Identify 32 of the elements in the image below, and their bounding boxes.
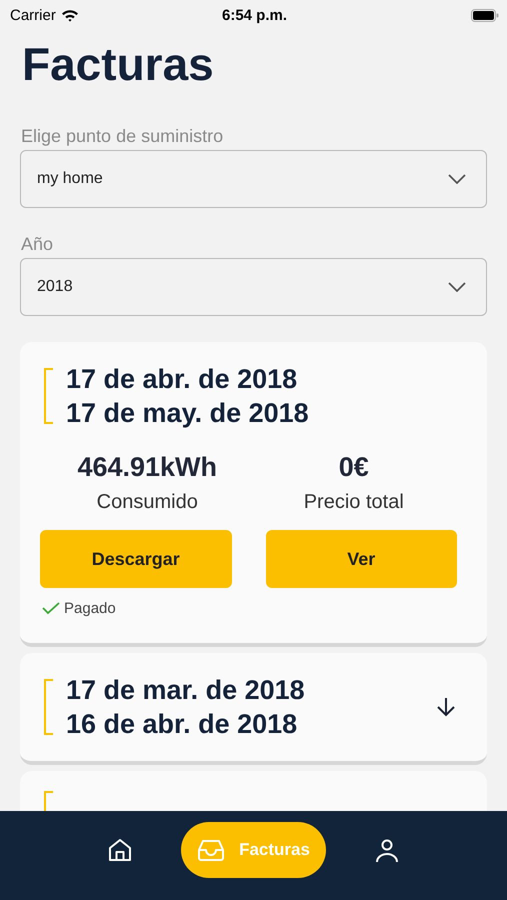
end-date: 17 de may. de 2018 — [66, 397, 309, 430]
bracket-icon — [44, 368, 54, 424]
invoice-card[interactable]: 17 de abr. de 2018 17 de may. de 2018 464.91kWh Consumido 0€ Precio total Descargar Ver Pagado — [20, 342, 487, 647]
start-date: 17 de abr. de 2018 — [66, 363, 298, 396]
start-date: 17 de mar. de 2018 — [66, 674, 305, 707]
supply-point-select[interactable]: my home — [20, 150, 487, 208]
arrow-down-icon[interactable] — [435, 696, 457, 718]
chevron-down-icon — [448, 174, 466, 184]
price-label: Precio total — [304, 491, 404, 514]
year-select[interactable]: 2018 — [20, 258, 487, 316]
download-button[interactable]: Descargar — [40, 530, 232, 588]
user-icon — [374, 836, 400, 862]
field-label: Año — [21, 234, 54, 255]
inbox-icon — [197, 838, 226, 862]
page-title: Facturas — [22, 37, 215, 92]
view-button[interactable]: Ver — [266, 530, 457, 588]
field-label: Elige punto de suministro — [21, 126, 224, 147]
bracket-icon — [44, 679, 54, 735]
battery-icon — [471, 8, 499, 22]
carrier-name: Carrier — [10, 6, 56, 24]
consumption-value: 464.91kWh — [77, 452, 218, 483]
wifi-icon — [60, 8, 79, 22]
end-date: 16 de abr. de 2018 — [66, 708, 298, 741]
tab-item[interactable] — [374, 836, 400, 862]
paid-status: Pagado — [64, 600, 116, 617]
tab-item[interactable] — [107, 836, 134, 862]
home-icon — [107, 836, 134, 862]
status-time: 6:54 p.m. — [222, 6, 288, 24]
consumption-label: Consumido — [96, 491, 198, 514]
invoice-card[interactable]: 17 de mar. de 2018 16 de abr. de 2018 — [20, 653, 487, 765]
chevron-down-icon — [448, 282, 466, 292]
price-value: 0€ — [338, 452, 369, 483]
